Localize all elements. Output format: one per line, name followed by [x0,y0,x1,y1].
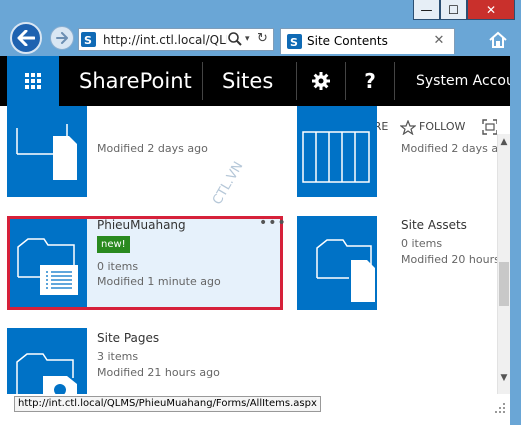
tile-item-count: 0 items [401,237,443,250]
status-bar: http://int.ctl.local/QLMS/PhieuMuahang/F… [0,394,510,425]
dropdown-icon[interactable]: ▾ [245,31,255,47]
list-icon [302,131,370,183]
window-border [510,56,521,425]
browser-chrome: — ☐ ✕ S http://int.ctl.local/QLM ▾ ↻ S S… [0,0,521,56]
sharepoint-site-icon: S [81,32,96,47]
folder-icon [16,124,77,180]
scrollbar-thumb[interactable] [499,262,509,306]
tile-modified: Modified 2 days ago [401,142,497,155]
app-launcher-button[interactable] [7,56,59,106]
resize-grip-icon[interactable] [492,400,506,414]
tile-modified: Modified 1 minute ago [97,275,221,288]
tile-modified: Modified 2 days ago [97,142,208,155]
gear-icon [312,72,330,90]
home-icon[interactable] [485,29,511,51]
back-arrow-icon [17,30,35,46]
svg-text:S: S [290,36,298,49]
refresh-icon[interactable]: ↻ [257,30,271,48]
address-bar[interactable]: S http://int.ctl.local/QLM ▾ ↻ [78,28,274,51]
user-menu[interactable]: System Account [416,71,510,91]
tab-site-contents[interactable]: S Site Contents ✕ [280,28,455,54]
scroll-up-icon[interactable]: ▲ [498,136,510,148]
sharepoint-site-icon: S [287,34,302,49]
tile-icon[interactable] [7,106,87,197]
forward-arrow-icon [56,32,68,44]
new-badge: new! [97,236,130,253]
window-minimize-button[interactable]: — [413,0,440,20]
divider [202,62,203,100]
tile-icon[interactable] [297,106,377,197]
tile-title[interactable]: Site Assets [401,217,467,233]
search-icon[interactable] [227,31,243,47]
tile-icon[interactable] [7,328,87,394]
tile-icon[interactable] [10,219,87,307]
sites-link[interactable]: Sites [222,66,273,96]
scroll-down-icon[interactable]: ▼ [498,372,510,384]
status-url: http://int.ctl.local/QLMS/PhieuMuahang/F… [14,396,321,412]
tile-modified: Modified 20 hours ago [401,253,497,266]
scrollbar-gap [497,106,510,134]
settings-button[interactable] [297,56,345,106]
forward-button[interactable] [50,26,74,50]
tile-modified: Modified 21 hours ago [97,366,220,379]
tab-title: Site Contents [307,34,388,48]
window-maximize-button[interactable]: ☐ [440,0,467,20]
folder-icon [17,238,78,295]
folder-icon [316,239,375,302]
site-contents-page: SHARE FOLLOW Modified 2 days ago Modifie… [0,106,497,394]
help-icon: ? [364,69,376,93]
app-launcher-icon [25,73,41,89]
more-options-button[interactable]: ••• [259,216,286,230]
follow-button[interactable]: FOLLOW [400,118,465,136]
address-text[interactable]: http://int.ctl.local/QLM [103,32,227,48]
help-button[interactable]: ? [346,56,394,106]
tile-item-count: 0 items [97,260,139,273]
vertical-scrollbar[interactable]: ▲ ▼ [497,134,510,394]
close-icon[interactable]: ✕ [431,32,447,50]
brand-title[interactable]: SharePoint [79,66,192,96]
folder-icon [16,353,77,394]
back-button[interactable] [10,22,42,54]
star-icon [400,119,416,135]
focus-button[interactable] [482,118,497,136]
suite-bar: SharePoint Sites ? System Account [0,56,510,106]
tile-title[interactable]: PhieuMuahang [97,217,186,233]
tile-title[interactable]: Site Pages [97,330,159,346]
divider [394,62,395,100]
tile-icon[interactable] [297,216,377,310]
follow-label: FOLLOW [419,120,466,133]
window-close-button[interactable]: ✕ [467,0,515,20]
svg-text:S: S [84,34,92,47]
tile-item-count: 3 items [97,350,139,363]
focus-icon [482,119,497,135]
